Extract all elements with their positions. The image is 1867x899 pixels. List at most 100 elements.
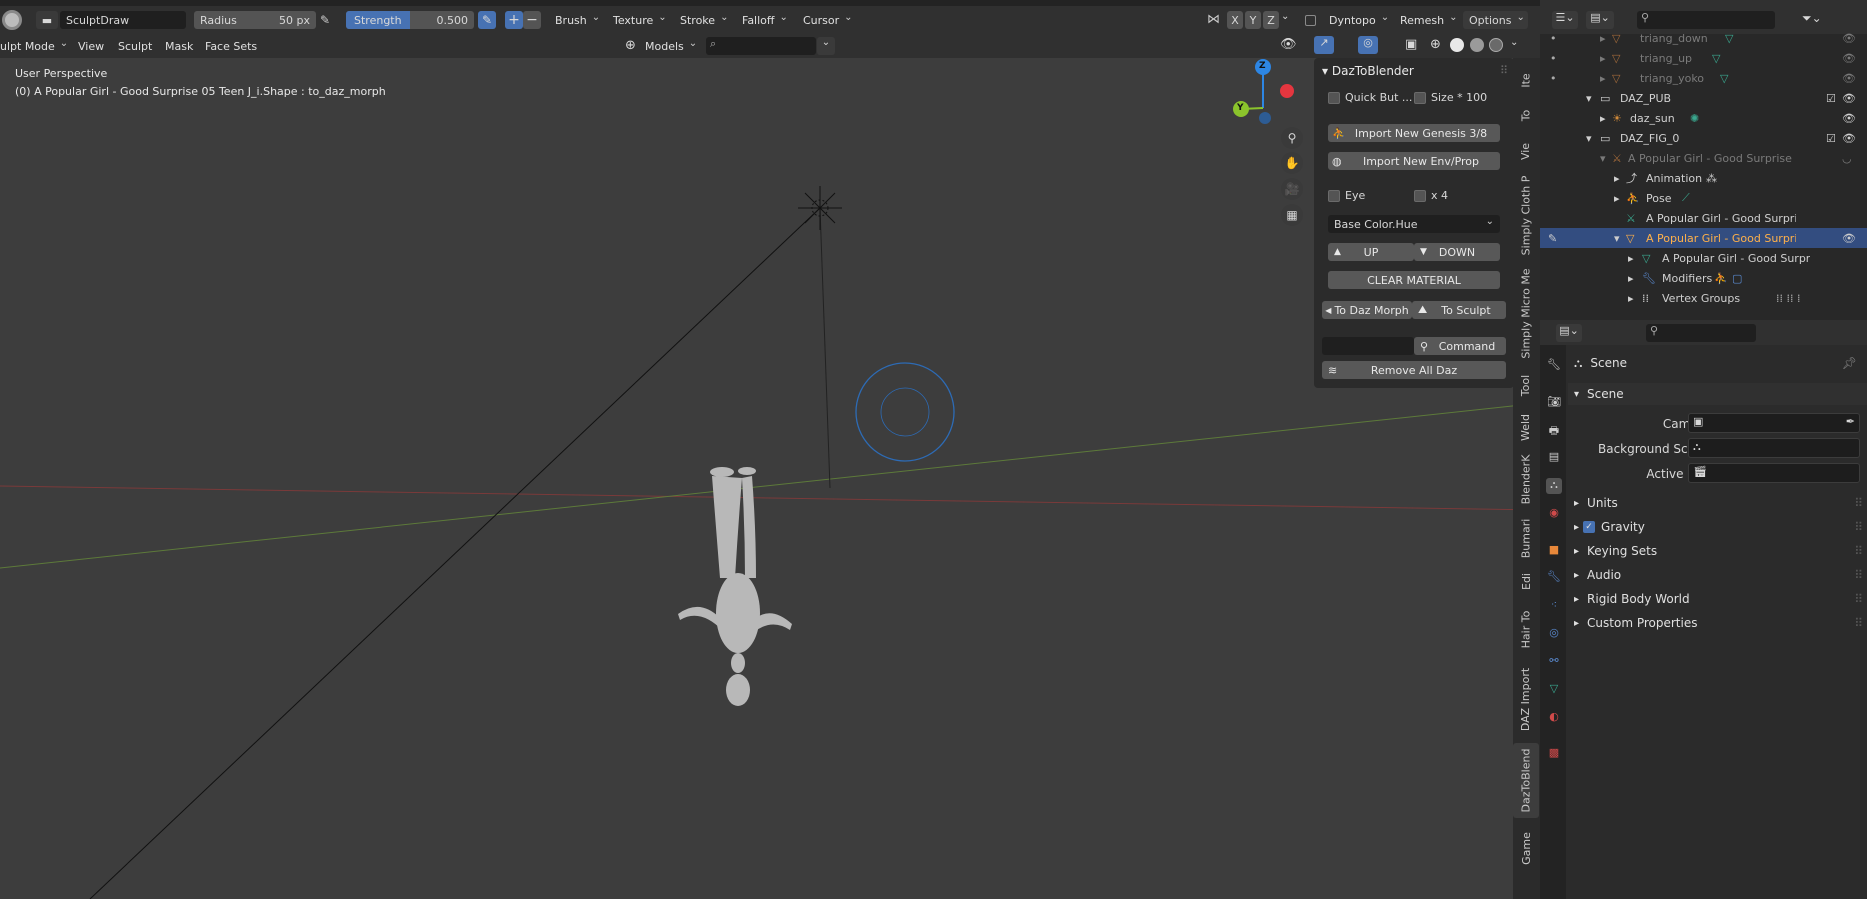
visibility-icon[interactable]: 👁︎ — [1280, 37, 1297, 52]
audio-panel[interactable]: ▸ Audio ⠿ — [1568, 564, 1867, 586]
pin-icon[interactable]: 📌︎ — [1842, 356, 1857, 370]
editor-type-icon[interactable]: ▤⌄ — [1556, 324, 1582, 342]
visibility-icon[interactable]: 👁︎ — [1842, 72, 1856, 85]
gravity-panel[interactable]: ▸ ✓ Gravity ⠿ — [1568, 516, 1867, 538]
hide-icon[interactable]: ◡ — [1842, 152, 1852, 165]
wireframe-shading-icon[interactable]: ⊕ — [1430, 37, 1441, 52]
include-checkbox[interactable]: ☑ — [1826, 132, 1836, 145]
tab-daztoblender[interactable]: DazToBlend — [1513, 743, 1539, 818]
texture-menu[interactable]: Texture — [613, 11, 667, 29]
properties-search-field[interactable]: ⚲ — [1646, 324, 1756, 342]
list-item[interactable]: ▾ ▭ DAZ_FIG_0 ☑ 👁︎ — [1540, 128, 1867, 148]
gizmo-toggle-icon[interactable]: ↗ — [1314, 36, 1334, 54]
face-sets-menu[interactable]: Face Sets — [205, 37, 257, 55]
tab-simply-micro[interactable]: Simply Micro Me — [1513, 266, 1539, 361]
radius-slider[interactable]: Radius 50 px — [194, 11, 316, 29]
mode-selector[interactable]: ulpt Mode — [0, 37, 68, 55]
panel-drag-handle[interactable]: ⠿ — [1500, 64, 1508, 77]
eye-checkbox[interactable]: Eye — [1328, 189, 1365, 202]
scene-tab-icon[interactable]: ⛬ — [1546, 478, 1562, 494]
view-layer-tab-icon[interactable]: ▤ — [1546, 450, 1562, 466]
down-button[interactable]: ▼ DOWN — [1414, 243, 1500, 261]
axis-y-toggle[interactable]: Y — [1245, 11, 1261, 29]
x4-checkbox[interactable]: x 4 — [1414, 189, 1448, 202]
zoom-icon[interactable]: ⚲ — [1281, 127, 1303, 149]
list-item[interactable]: • ▸ ▽ triang_down ▽ 👁︎ — [1540, 28, 1867, 48]
import-genesis-button[interactable]: ⛹ Import New Genesis 3/8 — [1328, 124, 1500, 142]
size-checkbox[interactable]: Size * 100 — [1414, 91, 1487, 104]
camera-view-icon[interactable]: 🎥 — [1281, 178, 1303, 200]
remesh-menu[interactable]: Remesh — [1400, 11, 1458, 29]
collection-selector[interactable]: Models — [645, 37, 697, 55]
options-menu[interactable]: Options — [1463, 11, 1528, 29]
strength-slider[interactable]: Strength 0.500 — [346, 11, 474, 29]
visibility-icon[interactable]: 👁︎ — [1842, 92, 1856, 105]
tab-game[interactable]: Game — [1513, 828, 1539, 868]
quick-button-checkbox[interactable]: Quick But ... — [1328, 91, 1412, 104]
active-clip-field[interactable]: 🎬︎ — [1688, 463, 1860, 483]
custom-properties-panel[interactable]: ▸ Custom Properties ⠿ — [1568, 612, 1867, 634]
pen-pressure-icon[interactable]: ✎ — [320, 13, 334, 27]
tab-weld[interactable]: Weld — [1513, 410, 1539, 444]
command-button[interactable]: ⚲ Command — [1414, 337, 1506, 355]
visibility-icon[interactable]: 👁︎ — [1842, 52, 1856, 65]
list-item[interactable]: ▾⚔A Popular Girl - Good Surprise 05 Tee◡ — [1540, 148, 1867, 168]
physics-tab-icon[interactable]: ◎ — [1546, 626, 1562, 642]
tab-bumari[interactable]: Bumari — [1513, 515, 1539, 561]
dyntopo-checkbox[interactable] — [1305, 15, 1316, 26]
tab-hair-tool[interactable]: Hair To — [1513, 603, 1539, 655]
list-item[interactable]: ▸ ⛹ Pose ⟋ — [1540, 188, 1867, 208]
list-item[interactable]: ▸ 🔧︎ Modifiers ⛹ ▢ — [1540, 268, 1867, 288]
constraints-tab-icon[interactable]: ⚯ — [1546, 654, 1562, 670]
visibility-icon[interactable]: 👁︎ — [1842, 232, 1856, 245]
tab-blenderk[interactable]: BlenderK — [1513, 451, 1539, 507]
list-item[interactable]: ▸ ⁞⁞ Vertex Groups ⁞⁞ ⁞⁞ ⁞ — [1540, 288, 1867, 308]
ortho-grid-icon[interactable]: ▦ — [1281, 204, 1303, 226]
visibility-icon[interactable]: 👁︎ — [1842, 112, 1856, 125]
to-sculpt-button[interactable]: ⛰ To Sculpt — [1412, 301, 1506, 319]
particles-tab-icon[interactable]: ⁖ — [1546, 598, 1562, 614]
direction-subtract-icon[interactable]: − — [523, 11, 541, 29]
edit-icon[interactable]: ✎ — [1548, 232, 1557, 245]
tab-view[interactable]: Vie — [1513, 136, 1539, 166]
scene-panel-header[interactable]: ▾ Scene — [1568, 383, 1867, 405]
outliner-search-field[interactable]: ⚲ — [1637, 11, 1775, 29]
display-mode-icon[interactable]: ☰⌄ — [1552, 11, 1578, 29]
command-input[interactable] — [1322, 337, 1414, 355]
eyedropper-icon[interactable]: ✒ — [1846, 415, 1855, 428]
visibility-icon[interactable]: 👁︎ — [1842, 32, 1856, 45]
panel-header[interactable]: ▾ DazToBlender — [1322, 64, 1414, 78]
symmetry-icon[interactable]: ⋈ — [1207, 12, 1220, 27]
tool-tab-icon[interactable]: 🔧︎ — [1546, 358, 1562, 374]
view-layer-icon[interactable]: ▤⌄ — [1586, 11, 1614, 29]
list-item[interactable]: ⚔A Popular Girl - Good Surprise 05 — [1540, 208, 1867, 228]
cursor-menu[interactable]: Cursor — [803, 11, 853, 29]
keying-sets-panel[interactable]: ▸ Keying Sets ⠿ — [1568, 540, 1867, 562]
list-item-selected[interactable]: ✎▾▽A Popular Girl - Good Surprise 05👁︎ — [1540, 228, 1867, 248]
viewport-search-field[interactable]: ⌕ — [706, 37, 816, 55]
xray-icon[interactable]: ▣ — [1405, 37, 1417, 52]
camera-field[interactable]: ▣ ✒ — [1688, 413, 1860, 433]
axis-z-toggle[interactable]: Z — [1263, 11, 1279, 29]
texture-tab-icon[interactable]: ▩ — [1546, 746, 1562, 762]
brush-menu[interactable]: Brush — [555, 11, 600, 29]
tab-simply-cloth[interactable]: Simply Cloth P — [1513, 173, 1539, 258]
stroke-menu[interactable]: Stroke — [680, 11, 728, 29]
3d-viewport[interactable]: User Perspective (0) A Popular Girl - Go… — [0, 58, 1540, 899]
material-tab-icon[interactable]: ◐ — [1546, 710, 1562, 726]
search-dropdown-icon[interactable]: ⌄ — [817, 37, 835, 55]
blender-logo-icon[interactable] — [2, 10, 22, 30]
base-color-dropdown[interactable]: Base Color.Hue — [1328, 215, 1500, 233]
rendered-shading-icon[interactable] — [1489, 38, 1503, 52]
visibility-icon[interactable]: 👁︎ — [1842, 132, 1856, 145]
rigid-body-world-panel[interactable]: ▸ Rigid Body World ⠿ — [1568, 588, 1867, 610]
view-menu[interactable]: View — [78, 37, 104, 55]
gravity-checkbox[interactable]: ✓ — [1583, 521, 1596, 533]
list-item[interactable]: • ▸ ▽ triang_up ▽ 👁︎ — [1540, 48, 1867, 68]
data-tab-icon[interactable]: ▽ — [1546, 682, 1562, 698]
import-env-button[interactable]: ◍ Import New Env/Prop — [1328, 152, 1500, 170]
list-item[interactable]: ▸ ☀ daz_sun ✺ 👁︎ — [1540, 108, 1867, 128]
solid-shading-icon[interactable] — [1450, 38, 1464, 52]
overlay-toggle-icon[interactable]: ◎ — [1358, 36, 1378, 54]
tab-tool-short[interactable]: To — [1513, 102, 1539, 128]
